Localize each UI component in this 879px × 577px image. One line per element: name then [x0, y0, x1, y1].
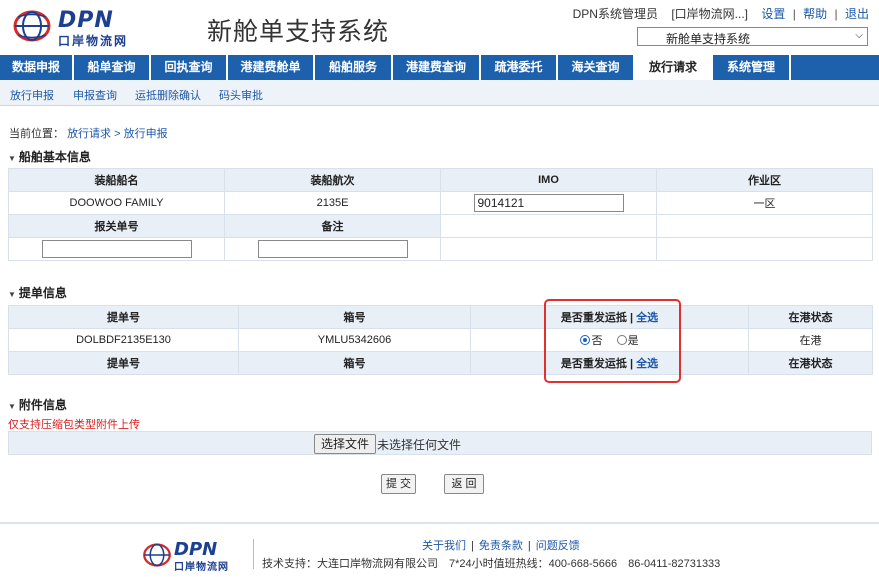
current-user: DPN系统管理员 [572, 7, 658, 21]
separator: | [792, 7, 796, 21]
footer-separator [253, 539, 254, 569]
submit-button[interactable]: 提 交 [381, 474, 416, 494]
footer-support: 技术支持：大连口岸物流网有限公司 7*24小时值班热线：400-668-5666… [262, 558, 721, 570]
vessel-table: 装船船名 装船航次 IMO 作业区 DOOWOO FAMILY 2135E 90… [8, 168, 873, 261]
collapse-triangle-icon[interactable]: ▼ [8, 402, 16, 411]
col-header-ship-name: 装船船名 [8, 168, 225, 192]
main-nav: 数据申报 船单查询 回执查询 港建费舱单 船舶服务 港建费查询 疏港委托 海关查… [0, 55, 879, 80]
remark-cell [224, 237, 441, 261]
separator: | [834, 7, 838, 21]
nav-port-fee-manifest[interactable]: 港建费舱单 [228, 55, 315, 80]
zone-value: 一区 [656, 191, 873, 215]
subnav-terminal-approval[interactable]: 码头审批 [219, 87, 263, 103]
col-footer-container: 箱号 [238, 351, 471, 375]
header: DPN 口岸物流网 新舱单支持系统 DPN系统管理员 [口岸物流网...] 设置… [0, 0, 879, 52]
top-links: DPN系统管理员 [口岸物流网...] 设置 | 帮助 | 退出 [573, 5, 869, 22]
globe-logo-icon [13, 10, 51, 42]
back-button[interactable]: 返 回 [444, 474, 484, 494]
empty-cell [440, 237, 657, 261]
logo-brand: DPN [58, 8, 114, 33]
subnav-arrival-delete-confirm[interactable]: 运抵删除确认 [135, 87, 201, 103]
col-header-bill-no: 提单号 [8, 305, 239, 329]
nav-ship-service[interactable]: 船舶服务 [315, 55, 393, 80]
voyage-value: 2135E [224, 191, 441, 215]
app-title: 新舱单支持系统 [207, 18, 390, 46]
logo-subtitle: 口岸物流网 [58, 34, 129, 48]
separator: | [527, 540, 531, 552]
empty-cell [656, 237, 873, 261]
nav-bill-query[interactable]: 船单查询 [74, 55, 151, 80]
breadcrumb-prefix: 当前位置： [9, 128, 64, 140]
col-header-customs-no: 报关单号 [8, 214, 225, 238]
attachment-section-title: ▼ 附件信息 [8, 396, 67, 413]
nav-evacuation[interactable]: 疏港委托 [481, 55, 558, 80]
bill-table: 提单号 箱号 是否重发运抵 | 全选 在港状态 DOLBDF2135E130 Y… [8, 305, 873, 375]
vessel-section-title: ▼ 船舶基本信息 [8, 148, 91, 165]
col-header-status: 在港状态 [748, 305, 873, 329]
bill-section-label: 提单信息 [18, 286, 67, 300]
remark-input[interactable] [257, 240, 408, 258]
highlight-box [544, 299, 681, 383]
customs-no-cell [8, 237, 225, 261]
col-header-remark: 备注 [224, 214, 441, 238]
footer-logo-subtitle: 口岸物流网 [174, 562, 229, 573]
ship-name-value: DOOWOO FAMILY [8, 191, 225, 215]
nav-data-declare[interactable]: 数据申报 [0, 55, 74, 80]
subnav-release-declare[interactable]: 放行申报 [10, 87, 54, 103]
col-footer-status: 在港状态 [748, 351, 873, 375]
about-link[interactable]: 关于我们 [422, 540, 466, 552]
globe-logo-icon [143, 543, 171, 567]
col-footer-bill-no: 提单号 [8, 351, 239, 375]
breadcrumb-path[interactable]: 放行请求 > 放行申报 [67, 128, 168, 140]
col-header-zone: 作业区 [656, 168, 873, 192]
no-file-text: 未选择任何文件 [377, 438, 462, 452]
col-header-container: 箱号 [238, 305, 471, 329]
choose-file-button[interactable]: 选择文件 [314, 434, 377, 454]
current-org: [口岸物流网...] [671, 7, 748, 21]
disclaimer-link[interactable]: 免责条款 [479, 540, 523, 552]
empty-cell [440, 214, 657, 238]
sub-nav: 放行申报 申报查询 运抵删除确认 码头审批 [0, 80, 879, 106]
customs-no-input[interactable] [41, 240, 192, 258]
settings-link[interactable]: 设置 [761, 7, 785, 21]
container-value: YMLU5342606 [238, 328, 471, 352]
bill-section-title: ▼ 提单信息 [8, 284, 67, 301]
imo-cell: 9014121 [440, 191, 657, 215]
dpn-logo: DPN 口岸物流网 [12, 8, 142, 48]
collapse-triangle-icon[interactable]: ▼ [8, 290, 16, 299]
feedback-link[interactable]: 问题反馈 [536, 540, 580, 552]
bill-no-value: DOLBDF2135E130 [8, 328, 239, 352]
subnav-declare-query[interactable]: 申报查询 [73, 87, 117, 103]
empty-cell [656, 214, 873, 238]
nav-port-fee-query[interactable]: 港建费查询 [393, 55, 481, 80]
vessel-section-label: 船舶基本信息 [18, 150, 91, 164]
col-header-imo: IMO [440, 168, 657, 192]
footer-logo-brand: DPN [174, 539, 218, 560]
attachment-section-label: 附件信息 [18, 398, 67, 412]
nav-receipt-query[interactable]: 回执查询 [151, 55, 228, 80]
system-select[interactable]: 新舱单支持系统 ⌵ [637, 27, 868, 46]
imo-input[interactable]: 9014121 [473, 194, 624, 212]
footer-links: 关于我们 | 免责条款 | 问题反馈 [422, 537, 580, 553]
logout-link[interactable]: 退出 [845, 7, 869, 21]
nav-system-admin[interactable]: 系统管理 [713, 55, 791, 80]
status-value: 在港 [748, 328, 873, 352]
separator: | [471, 540, 474, 552]
col-header-voyage: 装船航次 [224, 168, 441, 192]
help-link[interactable]: 帮助 [803, 7, 827, 21]
chevron-down-icon: ⌵ [855, 30, 863, 41]
footer-logo: DPN 口岸物流网 [142, 539, 250, 573]
breadcrumb: 当前位置： 放行请求 > 放行申报 [9, 125, 168, 141]
footer-divider [0, 522, 879, 524]
attachment-warning: 仅支持压缩包类型附件上传 [8, 419, 140, 431]
nav-customs-query[interactable]: 海关查询 [558, 55, 635, 80]
collapse-triangle-icon[interactable]: ▼ [8, 154, 16, 163]
nav-release-request[interactable]: 放行请求 [635, 55, 713, 80]
system-select-value: 新舱单支持系统 [666, 32, 751, 46]
